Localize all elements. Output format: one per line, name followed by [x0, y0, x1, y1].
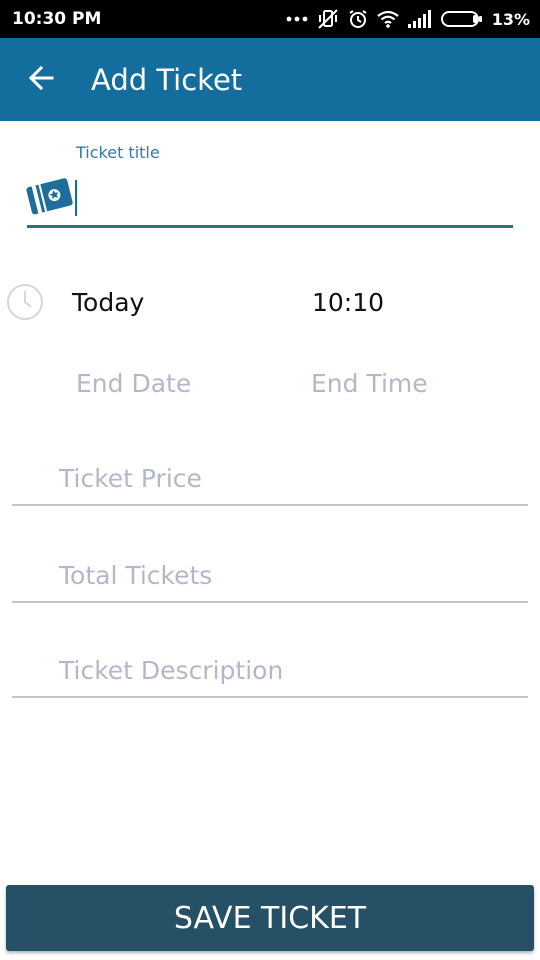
- wifi-icon: [377, 10, 399, 28]
- status-bar: 10:30 PM 13%: [0, 0, 540, 38]
- ticket-description-input[interactable]: [12, 644, 528, 698]
- ticket-title-input[interactable]: [80, 178, 510, 218]
- more-dots-icon: [286, 15, 308, 23]
- arrow-left-icon: [28, 65, 54, 96]
- page-title: Add Ticket: [91, 63, 243, 97]
- start-time[interactable]: 10:10: [312, 288, 384, 317]
- app-bar: Add Ticket: [0, 38, 540, 121]
- status-icons: 13%: [286, 7, 530, 31]
- status-time: 10:30 PM: [12, 9, 102, 29]
- alarm-clock-icon: [348, 9, 368, 29]
- total-tickets-input[interactable]: [12, 549, 528, 603]
- ticket-price-input[interactable]: [12, 452, 528, 506]
- end-date-picker[interactable]: End Date: [76, 369, 191, 398]
- ticket-title-underline: [27, 225, 513, 228]
- signal-icon: [407, 10, 432, 28]
- ticket-icon: [25, 176, 77, 220]
- text-cursor: [75, 180, 77, 216]
- battery-percent: 13%: [491, 9, 530, 29]
- end-time-picker[interactable]: End Time: [311, 369, 428, 398]
- back-button[interactable]: [20, 59, 62, 101]
- save-ticket-button[interactable]: SAVE TICKET: [6, 885, 534, 951]
- vibrate-off-icon: [317, 8, 339, 30]
- ticket-title-label: Ticket title: [76, 143, 160, 162]
- start-date[interactable]: Today: [72, 288, 144, 317]
- clock-icon: [5, 282, 45, 322]
- battery-icon: [440, 10, 483, 28]
